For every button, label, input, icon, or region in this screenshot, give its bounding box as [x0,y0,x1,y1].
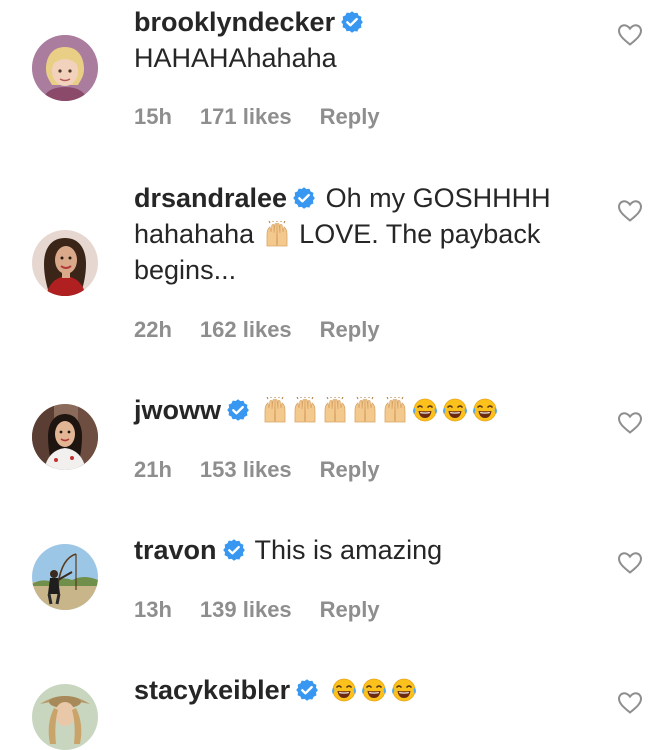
heart-outline-icon[interactable] [617,551,643,575]
raising-hands-emoji-icon [262,397,288,423]
avatar[interactable] [32,404,98,470]
reply-button[interactable]: Reply [320,597,380,622]
comment-meta: 13h 139 likes Reply [134,596,408,624]
likes-count[interactable]: 153 likes [200,457,292,482]
timestamp[interactable]: 21h [134,457,172,482]
heart-outline-icon[interactable] [617,199,643,223]
verified-badge-icon [340,10,364,34]
comment-text: travon This is amazing [134,532,579,568]
reply-button[interactable]: Reply [320,104,380,129]
heart-outline-icon[interactable] [617,23,643,47]
heart-outline-icon[interactable] [617,411,643,435]
tears-of-joy-emoji-icon [442,397,468,423]
timestamp[interactable]: 15h [134,104,172,129]
raising-hands-emoji-icon [264,221,290,247]
username[interactable]: brooklyndecker [134,7,335,37]
tears-of-joy-emoji-icon [412,397,438,423]
timestamp[interactable]: 13h [134,597,172,622]
username[interactable]: drsandralee [134,183,287,213]
reply-button[interactable]: Reply [320,317,380,342]
verified-badge-icon [295,678,319,702]
username[interactable]: jwoww [134,395,221,425]
raising-hands-emoji-icon [322,397,348,423]
verified-badge-icon [292,186,316,210]
comment-body: This is amazing [254,535,443,565]
avatar[interactable] [32,230,98,296]
avatar[interactable] [32,544,98,610]
heart-outline-icon[interactable] [617,691,643,715]
avatar[interactable] [32,35,98,101]
verified-badge-icon [222,538,246,562]
reply-button[interactable]: Reply [320,457,380,482]
comment-meta: 22h 162 likes Reply [134,316,408,344]
raising-hands-emoji-icon [292,397,318,423]
verified-badge-icon [226,398,250,422]
likes-count[interactable]: 171 likes [200,104,292,129]
comment-text: drsandralee Oh my GOSHHHH hahahaha LOVE.… [134,180,579,288]
avatar[interactable] [32,684,98,750]
comment-meta: 21h 153 likes Reply [134,456,408,484]
username[interactable]: stacykeibler [134,675,290,705]
username[interactable]: travon [134,535,217,565]
comment-body: HAHAHAhahaha [134,43,337,73]
tears-of-joy-emoji-icon [331,677,357,703]
likes-count[interactable]: 139 likes [200,597,292,622]
tears-of-joy-emoji-icon [472,397,498,423]
tears-of-joy-emoji-icon [391,677,417,703]
comment-meta: 15h 171 likes Reply [134,103,408,131]
comment-text: brooklyndecker HAHAHAhahaha [134,4,579,76]
raising-hands-emoji-icon [352,397,378,423]
tears-of-joy-emoji-icon [361,677,387,703]
comment-text: jwoww [134,392,579,428]
likes-count[interactable]: 162 likes [200,317,292,342]
comment-text: stacykeibler [134,672,579,708]
raising-hands-emoji-icon [382,397,408,423]
timestamp[interactable]: 22h [134,317,172,342]
